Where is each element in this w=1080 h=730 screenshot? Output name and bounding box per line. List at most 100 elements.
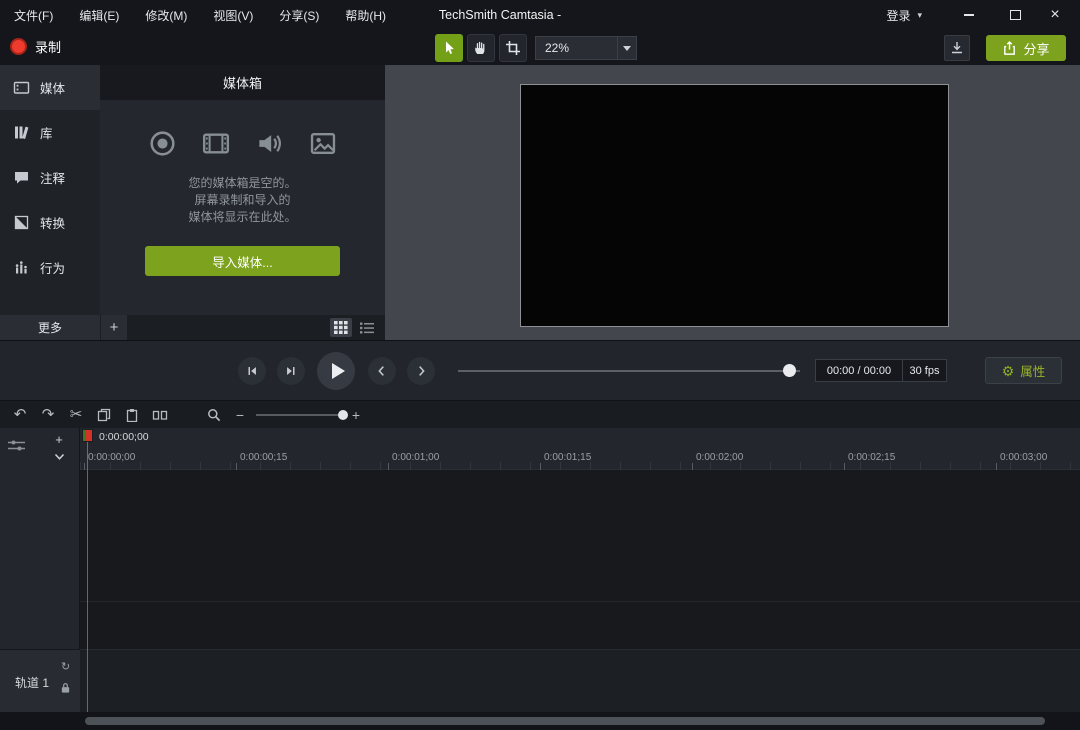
share-button[interactable]: 分享 <box>986 35 1066 61</box>
step-forward-button[interactable] <box>277 357 305 385</box>
canvas-area[interactable] <box>385 65 1080 340</box>
sidebar-item-annotations[interactable]: 注释 <box>0 155 100 200</box>
jump-back-button[interactable] <box>368 357 396 385</box>
split-button[interactable] <box>150 408 170 422</box>
maximize-button[interactable] <box>998 0 1032 30</box>
timeline-scrollbar-thumb[interactable] <box>85 717 1045 725</box>
track-loop-icon[interactable]: ↻ <box>61 662 70 673</box>
pan-tool-button[interactable] <box>467 34 495 62</box>
timeline-zoom-thumb[interactable] <box>338 410 348 420</box>
playhead-marker[interactable] <box>82 429 93 442</box>
hand-icon <box>473 40 489 56</box>
strip-spacer <box>127 315 330 340</box>
add-track-button[interactable]: + <box>48 431 70 447</box>
library-icon <box>13 124 30 141</box>
previous-frame-button[interactable] <box>238 357 266 385</box>
sidebar-item-media[interactable]: 媒体 <box>0 65 100 110</box>
split-icon <box>152 408 168 422</box>
track-collapse-button[interactable] <box>48 449 70 465</box>
seek-slider[interactable] <box>458 370 800 372</box>
sidebar-item-label: 行为 <box>40 258 65 277</box>
empty-text-line: 屏幕录制和导入的 <box>100 192 385 209</box>
media-bin-empty-text: 您的媒体箱是空的。 屏幕录制和导入的 媒体将显示在此处。 <box>100 175 385 226</box>
gear-icon: ⚙ <box>1002 364 1015 378</box>
properties-label: 属性 <box>1020 361 1045 380</box>
timeline-scrollbar <box>0 712 1080 730</box>
menu-bar: 文件(F) 编辑(E) 修改(M) 视图(V) 分享(S) 帮助(H) Tech… <box>0 0 1080 30</box>
share-label: 分享 <box>1023 39 1049 58</box>
properties-button[interactable]: ⚙ 属性 <box>985 357 1062 384</box>
menu-items: 文件(F) 编辑(E) 修改(M) 视图(V) 分享(S) 帮助(H) <box>14 0 386 30</box>
zoom-value: 22% <box>536 41 617 55</box>
list-view-icon <box>360 322 374 334</box>
zoom-in-button[interactable]: + <box>348 407 364 423</box>
copy-button[interactable] <box>94 408 114 422</box>
track-divider <box>80 601 1080 602</box>
fps-display: 30 fps <box>902 359 947 382</box>
empty-text-line: 您的媒体箱是空的。 <box>100 175 385 192</box>
menu-share[interactable]: 分享(S) <box>279 7 319 24</box>
time-display: 00:00 / 00:00 <box>815 359 903 382</box>
menu-view[interactable]: 视图(V) <box>213 7 253 24</box>
redo-button[interactable]: ↷ <box>38 407 58 422</box>
main-toolbar: 录制 22% <box>0 30 1080 65</box>
more-tools-button[interactable]: 更多 <box>0 315 100 340</box>
crop-tool-button[interactable] <box>499 34 527 62</box>
crop-icon <box>505 40 521 56</box>
grid-view-icon <box>334 321 348 334</box>
timeline-zoom-button[interactable] <box>204 408 224 422</box>
zoom-dropdown[interactable]: 22% <box>535 36 637 60</box>
chevron-down-icon <box>617 37 636 59</box>
timeline-zoom-slider[interactable] <box>256 414 344 416</box>
list-view-button[interactable] <box>356 318 378 337</box>
sidebar-item-label: 库 <box>40 123 53 142</box>
chevron-down-icon: ▾ <box>917 10 922 21</box>
undo-button[interactable]: ↶ <box>10 407 30 422</box>
seek-slider-thumb[interactable] <box>783 364 796 377</box>
chevron-left-icon <box>375 364 389 378</box>
play-icon <box>332 363 345 379</box>
download-button[interactable] <box>944 35 970 61</box>
menu-edit[interactable]: 编辑(E) <box>79 7 119 24</box>
cut-button[interactable]: ✂ <box>66 407 86 422</box>
menu-file[interactable]: 文件(F) <box>14 7 53 24</box>
track1-lane[interactable] <box>80 649 1080 712</box>
step-forward-icon <box>284 364 298 378</box>
menu-help[interactable]: 帮助(H) <box>345 7 386 24</box>
record-icon <box>10 38 27 55</box>
sidebar-item-label: 注释 <box>40 168 65 187</box>
media-bin-panel: 媒体箱 您的媒体箱是空的。 屏幕录制和导入的 媒体将显示在此处。 导入媒体... <box>100 65 385 315</box>
media-bin-title: 媒体箱 <box>100 65 385 100</box>
add-media-button[interactable]: + <box>101 315 127 340</box>
paste-button[interactable] <box>122 408 142 422</box>
media-icon <box>13 79 30 96</box>
sidebar-item-transitions[interactable]: 转换 <box>0 200 100 245</box>
minimize-button[interactable] <box>952 0 986 30</box>
sidebar-item-label: 媒体 <box>40 78 65 97</box>
sign-in-button[interactable]: 登录 ▾ <box>886 0 922 30</box>
grid-view-button[interactable] <box>330 318 352 337</box>
close-button[interactable]: × <box>1038 0 1072 30</box>
record-button[interactable]: 录制 <box>10 37 61 56</box>
preview-stage[interactable] <box>520 84 949 327</box>
import-media-button[interactable]: 导入媒体... <box>145 246 340 276</box>
window-title: TechSmith Camtasia - <box>439 0 561 30</box>
track-controls-icon[interactable] <box>7 438 27 453</box>
previous-frame-icon <box>245 364 259 378</box>
sidebar-item-library[interactable]: 库 <box>0 110 100 155</box>
track-lock-icon[interactable] <box>60 682 71 694</box>
maximize-icon <box>1010 10 1021 20</box>
minimize-icon <box>964 14 974 16</box>
camtasia-window: 文件(F) 编辑(E) 修改(M) 视图(V) 分享(S) 帮助(H) Tech… <box>0 0 1080 730</box>
bin-view-toggles <box>330 315 385 340</box>
menu-modify[interactable]: 修改(M) <box>145 7 187 24</box>
sidebar-item-behaviors[interactable]: 行为 <box>0 245 100 290</box>
magnifier-icon <box>207 408 221 422</box>
jump-forward-button[interactable] <box>407 357 435 385</box>
zoom-out-button[interactable]: − <box>232 407 248 423</box>
track1-header[interactable]: 轨道 1 ↻ <box>0 649 80 712</box>
cursor-tool-button[interactable] <box>435 34 463 62</box>
timeline-track-controls: + 轨道 1 ↻ <box>0 428 80 712</box>
play-button[interactable] <box>317 352 355 390</box>
playback-bar: 00:00 / 00:00 30 fps ⚙ 属性 <box>0 340 1080 400</box>
